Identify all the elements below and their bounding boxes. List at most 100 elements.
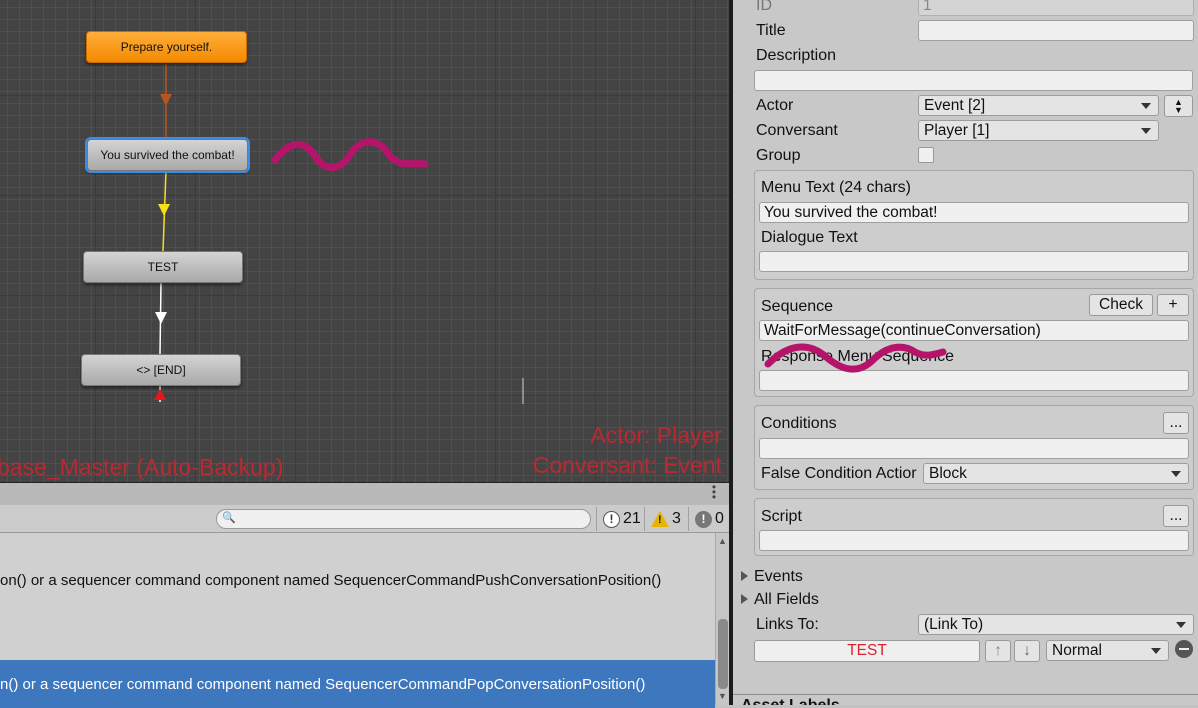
error-count-toggle[interactable]: ! 0 [688,507,724,531]
info-count: 21 [623,510,641,527]
link-priority-dropdown[interactable]: Normal [1046,640,1169,661]
database-overlay-label: base_Master (Auto-Backup) [0,454,284,480]
scroll-up-icon[interactable]: ▲ [718,536,727,546]
sequence-label: Sequence [761,298,834,315]
graph-links [154,64,524,404]
link-arrow-n2-n3 [158,204,170,216]
check-sequence-button[interactable]: Check [1089,294,1153,316]
link-priority-value: Normal [1052,642,1102,659]
conditions-field[interactable] [759,438,1189,459]
arrow-up-icon: ↑ [994,642,1002,659]
swap-arrows-icon: ▲ ▼ [1174,97,1183,115]
dialogue-graph-canvas[interactable]: Prepare yourself. You survived the comba… [0,0,729,482]
error-count: 0 [715,510,724,527]
all-fields-label: All Fields [754,591,819,608]
panel-splitter[interactable]: • • • [0,481,729,505]
menu-text-field[interactable]: You survived the combat! [759,202,1189,223]
description-label: Description [756,47,837,64]
response-menu-sequence-label: Response Menu Sequence [761,348,955,365]
text-section: Menu Text (24 chars) You survived the co… [754,170,1194,280]
actor-value: Event [2] [924,97,986,114]
console-search-text[interactable] [237,511,582,527]
warning-icon: ! [651,511,669,527]
log-entry-selected[interactable]: n() or a sequencer command component nam… [0,660,715,708]
events-foldout[interactable]: Events [741,568,803,586]
dialogue-text-field[interactable] [759,251,1189,272]
warning-count: 3 [672,510,681,527]
actor-overlay-label: Actor: Player [590,422,722,448]
minus-icon [1179,648,1189,650]
conditions-section: Conditions ... False Condition Actior Bl… [754,405,1194,490]
conditions-more-button[interactable]: ... [1163,412,1189,434]
conversant-value: Player [1] [924,122,990,139]
log-entry[interactable]: on() or a sequencer command component na… [0,556,715,604]
link-target-label: TEST [847,642,887,659]
script-more-button[interactable]: ... [1163,505,1189,527]
links-to-dropdown[interactable]: (Link To) [918,614,1194,635]
menu-text-label: Menu Text (24 chars) [761,179,911,196]
group-checkbox[interactable] [918,147,934,163]
group-label: Group [756,147,801,164]
section-separator [733,694,1198,695]
add-sequence-button[interactable]: + [1157,294,1189,316]
link-target-button[interactable]: TEST [754,640,980,662]
node-you-survived[interactable]: You survived the combat! [87,139,248,171]
scroll-down-icon[interactable]: ▼ [718,691,727,701]
log-text: n() or a sequencer command component nam… [0,675,646,693]
chevron-down-icon [1141,103,1151,109]
info-icon: ! [603,510,620,528]
script-section: Script ... [754,498,1194,556]
id-label: ID [756,0,772,14]
foldout-arrow-icon [741,594,748,604]
node-end[interactable]: <> [END] [81,354,241,386]
inspector-panel: ID 1 Title Description Actor Event [2] ▲… [733,0,1198,705]
script-label: Script [761,508,802,525]
scrollbar-thumb[interactable] [718,619,728,689]
sequence-field[interactable]: WaitForMessage(continueConversation) [759,320,1189,341]
warning-count-toggle[interactable]: ! 3 [644,507,681,531]
title-label: Title [756,22,786,39]
link-arrow-n3-n4 [155,312,167,324]
search-icon: 🔍 [222,512,236,524]
false-condition-action-dropdown[interactable]: Block [923,463,1189,484]
conversant-overlay-label: Conversant: Event [532,452,722,478]
conversant-label: Conversant [756,122,838,139]
node-label: Prepare yourself. [120,40,213,54]
kebab-menu-icon[interactable]: • • • [711,481,717,503]
node-label: TEST [147,260,179,274]
swap-actor-conversant-button[interactable]: ▲ ▼ [1164,95,1193,117]
remove-link-button[interactable] [1175,640,1193,658]
arrow-down-icon: ↓ [1023,642,1031,659]
response-menu-sequence-field[interactable] [759,370,1189,391]
script-field[interactable] [759,530,1189,551]
title-field[interactable] [918,20,1194,41]
console-log-list[interactable]: on() or a sequencer command component na… [0,533,715,708]
links-to-value: (Link To) [924,616,984,633]
console-scrollbar[interactable]: ▲ ▼ [715,533,729,705]
id-field: 1 [918,0,1194,16]
node-prepare-yourself[interactable]: Prepare yourself. [86,31,247,63]
description-field[interactable] [754,70,1193,91]
foldout-arrow-icon [741,571,748,581]
end-marker [154,389,166,400]
conditions-label: Conditions [761,415,837,432]
move-link-up-button[interactable]: ↑ [985,640,1011,662]
false-condition-action-label: False Condition Actior [761,465,917,482]
all-fields-foldout[interactable]: All Fields [741,591,819,609]
console-toolbar: 🔍 ! 21 ! 3 ! 0 [0,505,729,533]
conversant-dropdown[interactable]: Player [1] [918,120,1159,141]
error-icon: ! [695,510,712,528]
link-arrow-n1-n2 [160,94,172,106]
false-condition-action-value: Block [929,465,967,482]
chevron-down-icon [1141,128,1151,134]
chevron-down-icon [1151,648,1161,654]
sequence-section: Sequence Check + WaitForMessage(continue… [754,288,1194,397]
move-link-down-button[interactable]: ↓ [1014,640,1040,662]
events-label: Events [754,568,803,585]
console-search-input[interactable]: 🔍 [216,509,591,529]
node-label: You survived the combat! [100,148,235,162]
node-label: <> [END] [136,363,186,377]
info-count-toggle[interactable]: ! 21 [596,507,641,531]
node-test[interactable]: TEST [83,251,243,283]
actor-dropdown[interactable]: Event [2] [918,95,1159,116]
